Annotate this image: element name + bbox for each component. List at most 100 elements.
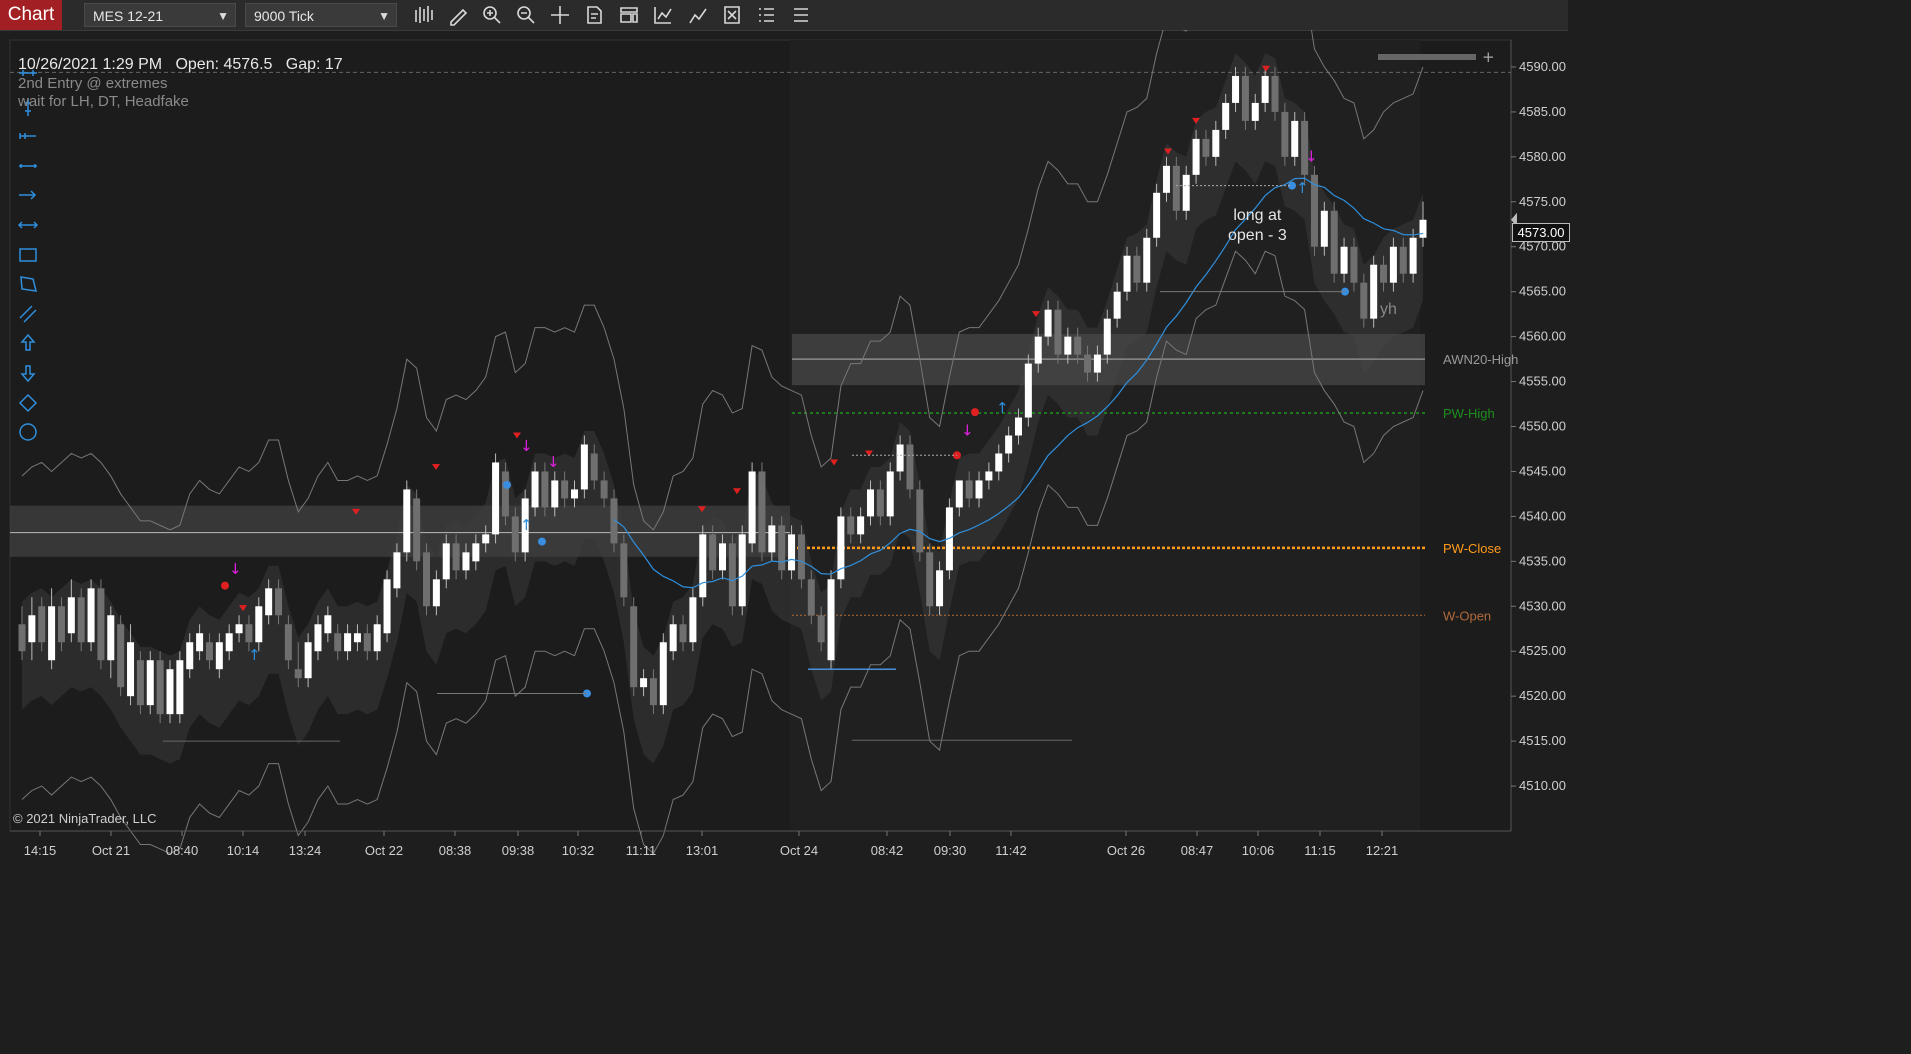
candle-body	[1380, 264, 1388, 283]
candle-body	[1143, 237, 1151, 283]
bar-type-icon[interactable]	[412, 4, 436, 26]
arrow-down-marker: ↓	[229, 560, 242, 578]
time-tick-label: Oct 24	[780, 843, 818, 858]
candle-body	[541, 471, 549, 508]
candle-body	[492, 462, 500, 535]
zoom-out-icon[interactable]	[515, 4, 539, 26]
strategies-icon[interactable]	[687, 4, 711, 26]
candle-body	[28, 615, 36, 643]
time-tick-label: 08:47	[1181, 843, 1214, 858]
candle-body	[205, 642, 213, 661]
arrow-down-marker: ↓	[1305, 147, 1318, 165]
signal-dot	[971, 408, 979, 417]
candle-body	[896, 444, 904, 472]
time-tick-label: 08:42	[871, 843, 904, 858]
candle-body	[916, 489, 924, 553]
zoom-in-icon[interactable]	[481, 4, 505, 26]
interval-value: 9000 Tick	[254, 8, 314, 24]
zone-rect	[10, 505, 790, 557]
candle-body	[1261, 75, 1269, 103]
candle-body	[383, 579, 391, 634]
candle-body	[640, 678, 648, 688]
drawing-objects-icon[interactable]	[721, 4, 745, 26]
arrow-line-icon[interactable]	[17, 184, 39, 206]
ellipse-icon[interactable]	[17, 421, 39, 443]
scroll-bar[interactable]	[1378, 54, 1476, 60]
interval-selector[interactable]: 9000 Tick ▼	[245, 3, 397, 27]
chart-toolbar: Chart MES 12-21 ▼ 9000 Tick ▼	[0, 0, 1568, 31]
diamond-icon[interactable]	[17, 392, 39, 414]
candle-body	[334, 633, 342, 652]
arrow-up-marker: ↑	[1296, 179, 1309, 197]
candle-body	[462, 552, 470, 571]
price-tick-label: 4520.00	[1519, 688, 1566, 703]
level-label-awn20-high: AWN20-High	[1443, 352, 1518, 367]
time-tick-label: 10:32	[562, 843, 595, 858]
candle-body	[353, 633, 361, 643]
candle-body	[363, 633, 371, 652]
strategy-note-1: 2nd Entry @ extremes	[18, 75, 168, 92]
candle-body	[18, 624, 26, 652]
candle-body	[1005, 435, 1013, 454]
candle-body	[1113, 291, 1121, 319]
candle-body	[1251, 102, 1259, 121]
candle-body	[225, 633, 233, 652]
last-price-tag: 4573.00	[1512, 223, 1570, 242]
candle-body	[186, 642, 194, 670]
candle-body	[1123, 255, 1131, 292]
time-tick-label: 11:42	[995, 843, 1027, 858]
candle-body	[827, 579, 835, 661]
level-label-pw-high: PW-High	[1443, 406, 1495, 421]
zoom-plus-icon[interactable]: +	[1482, 48, 1495, 66]
candle-body	[87, 588, 95, 643]
line-icon[interactable]	[17, 155, 39, 177]
candle-body	[699, 534, 707, 598]
price-tick-label: 4510.00	[1519, 778, 1566, 793]
pencil-icon[interactable]	[447, 4, 471, 26]
strategy-note-2: wait for LH, DT, Headfake	[18, 93, 189, 110]
candle-body	[866, 489, 874, 517]
extended-line-icon[interactable]	[17, 214, 39, 236]
candle-body	[176, 660, 184, 715]
instrument-selector[interactable]: MES 12-21 ▼	[84, 3, 236, 27]
chart-properties-icon[interactable]	[618, 4, 642, 26]
rectangle-icon[interactable]	[17, 244, 39, 266]
data-box-icon[interactable]	[584, 4, 608, 26]
candle-body	[1212, 129, 1220, 157]
candle-body	[423, 552, 431, 607]
candle-body	[1093, 354, 1101, 373]
arrow-down-icon[interactable]	[17, 362, 39, 384]
candle-body	[1281, 111, 1289, 157]
candle-body	[649, 678, 657, 706]
candle-body	[196, 633, 204, 652]
candle-body	[847, 516, 855, 535]
candle-body	[1399, 246, 1407, 274]
candle-body	[1232, 75, 1240, 103]
ray-icon[interactable]	[17, 125, 39, 147]
level-label-pw-close: PW-Close	[1443, 541, 1501, 556]
price-chart[interactable]: AWN20-High PW-High PW-Close W-Open 4590.00 45…	[0, 30, 1568, 865]
candle-body	[1133, 255, 1141, 283]
polygon-icon[interactable]	[17, 273, 39, 295]
indicators-icon[interactable]	[652, 4, 676, 26]
bar-info: 10/26/2021 1:29 PM Open: 4576.5 Gap: 17	[18, 56, 343, 73]
chart-trader-icon[interactable]	[755, 4, 779, 26]
candle-body	[284, 624, 292, 661]
candle-body	[1034, 336, 1042, 364]
signal-dot	[538, 537, 546, 546]
candle-body	[156, 660, 164, 715]
candle-body	[107, 615, 115, 661]
crosshair-icon[interactable]	[549, 4, 573, 26]
arrow-up-icon[interactable]	[17, 332, 39, 354]
time-tick-label: 13:01	[686, 843, 719, 858]
candle-body	[590, 453, 598, 481]
time-tick-label: 10:14	[227, 843, 260, 858]
parallel-lines-icon[interactable]	[17, 303, 39, 325]
list-icon[interactable]	[790, 4, 814, 26]
chart-tab[interactable]: Chart	[0, 0, 62, 30]
candle-body	[482, 534, 490, 544]
candle-body	[1192, 138, 1200, 175]
candle-body	[1162, 165, 1170, 193]
candle-body	[571, 489, 579, 499]
price-tick-label: 4560.00	[1519, 329, 1566, 344]
